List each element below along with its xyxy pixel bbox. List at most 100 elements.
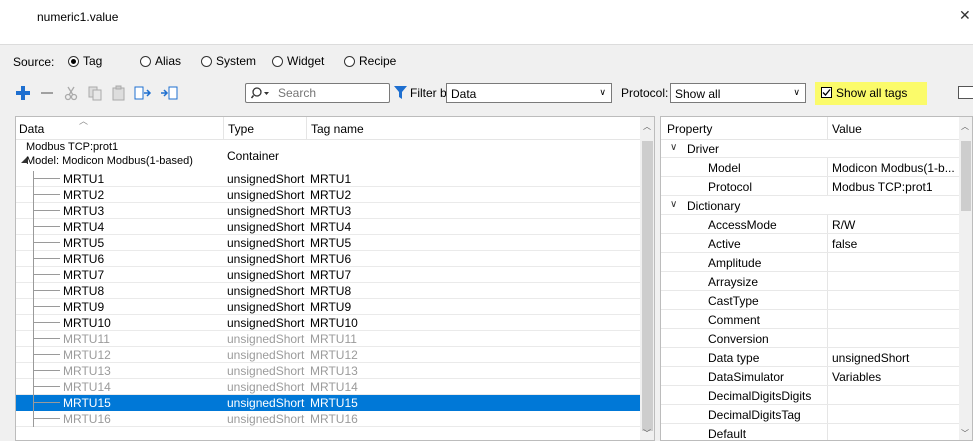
property-value[interactable]: false	[832, 237, 857, 251]
tree-line	[33, 235, 34, 251]
scroll-down-icon[interactable]: ﹀	[643, 428, 651, 439]
scroll-up-icon[interactable]: ︿	[643, 121, 651, 132]
radio-indicator[interactable]	[201, 55, 212, 67]
column-header-tag-name[interactable]: Tag name	[311, 122, 364, 136]
cell-tag-name: MRTU12	[310, 348, 358, 362]
table-row[interactable]: MRTU2 unsignedShort MRTU2	[16, 187, 640, 203]
table-row[interactable]: MRTU8 unsignedShort MRTU8	[16, 283, 640, 299]
property-name: Amplitude	[708, 256, 762, 270]
remove-icon[interactable]	[38, 84, 56, 102]
chevron-down-icon[interactable]: ∨	[670, 142, 677, 153]
table-row[interactable]: MRTU6 unsignedShort MRTU6	[16, 251, 640, 267]
property-row[interactable]: Default	[661, 424, 959, 440]
filter-dropdown[interactable]: Data ∨	[446, 83, 612, 103]
property-row[interactable]: AccessMode R/W	[661, 215, 959, 234]
paste-icon[interactable]	[110, 84, 128, 102]
cell-tag-name: MRTU9	[310, 300, 352, 314]
property-name: CastType	[708, 294, 759, 308]
source-radio-alias[interactable]: Alias	[140, 54, 181, 68]
radio-indicator[interactable]	[272, 55, 283, 67]
source-radio-system[interactable]: System	[201, 54, 256, 68]
table-row[interactable]: MRTU15 unsignedShort MRTU15	[16, 395, 640, 411]
add-icon[interactable]	[14, 84, 32, 102]
radio-indicator[interactable]	[140, 55, 151, 67]
table-row[interactable]: MRTU10 unsignedShort MRTU10	[16, 315, 640, 331]
source-radio-widget[interactable]: Widget	[272, 54, 324, 68]
cell-type: unsignedShort	[227, 380, 305, 394]
chevron-down-icon[interactable]: ∨	[670, 199, 677, 210]
column-divider	[827, 386, 828, 404]
table-row[interactable]: MRTU4 unsignedShort MRTU4	[16, 219, 640, 235]
radio-indicator[interactable]	[344, 55, 355, 67]
column-divider	[827, 424, 828, 440]
property-value[interactable]: unsignedShort	[832, 351, 909, 365]
property-row[interactable]: Amplitude	[661, 253, 959, 272]
export-icon[interactable]	[160, 84, 178, 102]
show-all-tags-toggle[interactable]: Show all tags	[815, 82, 927, 105]
property-value[interactable]: Modicon Modbus(1-b...	[832, 161, 955, 175]
cell-type: unsignedShort	[227, 172, 305, 186]
container-row[interactable]: ◢ Modbus TCP:prot1 Model: Modicon Modbus…	[16, 139, 640, 171]
panel-toggle-icon[interactable]	[958, 86, 973, 99]
source-radio-recipe[interactable]: Recipe	[344, 54, 396, 68]
property-row[interactable]: DecimalDigitsDigits	[661, 386, 959, 405]
property-row[interactable]: CastType	[661, 291, 959, 310]
cell-type: unsignedShort	[227, 412, 305, 426]
table-row[interactable]: MRTU12 unsignedShort MRTU12	[16, 347, 640, 363]
property-value[interactable]: R/W	[832, 218, 855, 232]
property-row[interactable]: Conversion	[661, 329, 959, 348]
grid-scrollbar[interactable]: ︿ ﹀	[640, 117, 654, 440]
column-divider[interactable]	[306, 117, 307, 139]
table-row[interactable]: MRTU11 unsignedShort MRTU11	[16, 331, 640, 347]
property-row[interactable]: Protocol Modbus TCP:prot1	[661, 177, 959, 196]
scroll-thumb[interactable]	[642, 141, 653, 431]
property-row[interactable]: Active false	[661, 234, 959, 253]
property-value[interactable]: Modbus TCP:prot1	[832, 180, 933, 194]
table-row[interactable]: MRTU3 unsignedShort MRTU3	[16, 203, 640, 219]
cut-icon[interactable]	[62, 84, 80, 102]
property-row[interactable]: DataSimulator Variables	[661, 367, 959, 386]
property-category[interactable]: ∨ Dictionary	[661, 196, 959, 215]
tree-line	[33, 306, 60, 307]
source-radio-tag[interactable]: Tag	[68, 54, 102, 68]
property-scrollbar[interactable]: ︿ ﹀	[959, 117, 972, 440]
search-box[interactable]	[245, 83, 390, 103]
property-value[interactable]: Variables	[832, 370, 881, 384]
column-header-property[interactable]: Property	[667, 122, 712, 136]
property-row[interactable]: DecimalDigitsTag	[661, 405, 959, 424]
radio-indicator[interactable]	[68, 55, 79, 67]
table-row[interactable]: MRTU9 unsignedShort MRTU9	[16, 299, 640, 315]
scroll-down-icon[interactable]: ﹀	[961, 428, 969, 439]
column-divider[interactable]	[223, 117, 224, 139]
column-header-value[interactable]: Value	[832, 122, 862, 136]
import-icon[interactable]	[134, 84, 152, 102]
scroll-thumb[interactable]	[961, 141, 971, 211]
cell-data: MRTU10	[63, 316, 111, 330]
column-header-type[interactable]: Type	[228, 122, 254, 136]
copy-icon[interactable]	[86, 84, 104, 102]
property-category[interactable]: ∨ Driver	[661, 139, 959, 158]
protocol-dropdown[interactable]: Show all ∨	[670, 83, 806, 103]
property-row[interactable]: Data type unsignedShort	[661, 348, 959, 367]
property-row[interactable]: Model Modicon Modbus(1-b...	[661, 158, 959, 177]
table-row[interactable]: MRTU1 unsignedShort MRTU1	[16, 171, 640, 187]
property-name: Active	[708, 237, 741, 251]
show-all-tags-checkbox[interactable]	[821, 87, 832, 98]
table-row[interactable]: MRTU13 unsignedShort MRTU13	[16, 363, 640, 379]
search-input[interactable]	[278, 86, 383, 100]
property-row[interactable]: Comment	[661, 310, 959, 329]
property-row[interactable]: Arraysize	[661, 272, 959, 291]
column-header-data[interactable]: Data	[19, 122, 44, 136]
table-row[interactable]: MRTU16 unsignedShort MRTU16	[16, 411, 640, 427]
column-divider[interactable]	[827, 117, 828, 139]
table-row[interactable]: MRTU5 unsignedShort MRTU5	[16, 235, 640, 251]
table-row[interactable]: MRTU14 unsignedShort MRTU14	[16, 379, 640, 395]
cell-type: unsignedShort	[227, 332, 305, 346]
property-name: Data type	[708, 351, 760, 365]
table-row[interactable]: MRTU7 unsignedShort MRTU7	[16, 267, 640, 283]
close-icon[interactable]: ✕	[959, 8, 971, 22]
tree-line	[33, 251, 34, 267]
cell-data: MRTU9	[63, 300, 105, 314]
tree-line	[33, 386, 60, 387]
scroll-up-icon[interactable]: ︿	[961, 121, 969, 132]
